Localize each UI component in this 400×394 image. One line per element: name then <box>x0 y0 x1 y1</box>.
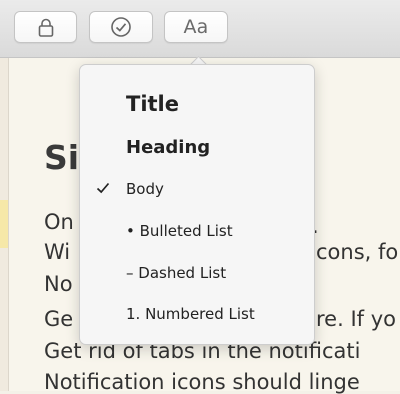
note-line[interactable]: No <box>44 272 73 296</box>
format-heading-item[interactable]: Heading <box>80 130 314 164</box>
menu-item-label: Title <box>126 92 180 116</box>
note-line[interactable]: On <box>44 210 74 234</box>
menu-item-label: • Bulleted List <box>126 222 233 240</box>
format-button-label: Aa <box>183 16 209 38</box>
lock-button[interactable] <box>14 11 77 43</box>
format-button[interactable]: Aa <box>164 11 228 43</box>
note-title[interactable]: Si <box>44 138 79 177</box>
checkmark-icon <box>96 182 110 194</box>
note-line[interactable]: Wi <box>44 240 70 264</box>
lock-icon <box>38 18 53 37</box>
note-line-fragment[interactable]: cons, fo <box>316 240 398 264</box>
note-line[interactable]: Notification icons should linge <box>44 370 360 394</box>
note-line-fragment[interactable]: re. If yo <box>316 307 396 331</box>
notes-list-edge[interactable] <box>0 58 9 391</box>
format-bulleted-list-item[interactable]: • Bulleted List <box>80 214 314 248</box>
selected-note-highlight <box>0 200 8 248</box>
menu-item-label: Heading <box>126 136 211 158</box>
format-body-item[interactable]: Body <box>80 172 314 206</box>
checklist-button[interactable] <box>89 11 153 43</box>
format-dashed-list-item[interactable]: – Dashed List <box>80 256 314 290</box>
menu-item-label: 1. Numbered List <box>126 305 255 323</box>
menu-item-label: – Dashed List <box>126 264 227 282</box>
format-title-item[interactable]: Title <box>80 87 314 121</box>
checkmark-circle-icon <box>111 17 131 37</box>
format-numbered-list-item[interactable]: 1. Numbered List <box>80 297 314 331</box>
format-popover: Title Heading Body • Bulleted List – Das… <box>79 64 315 345</box>
note-line[interactable]: Ge <box>44 307 73 331</box>
toolbar: Aa <box>0 0 400 58</box>
menu-item-label: Body <box>126 180 164 198</box>
